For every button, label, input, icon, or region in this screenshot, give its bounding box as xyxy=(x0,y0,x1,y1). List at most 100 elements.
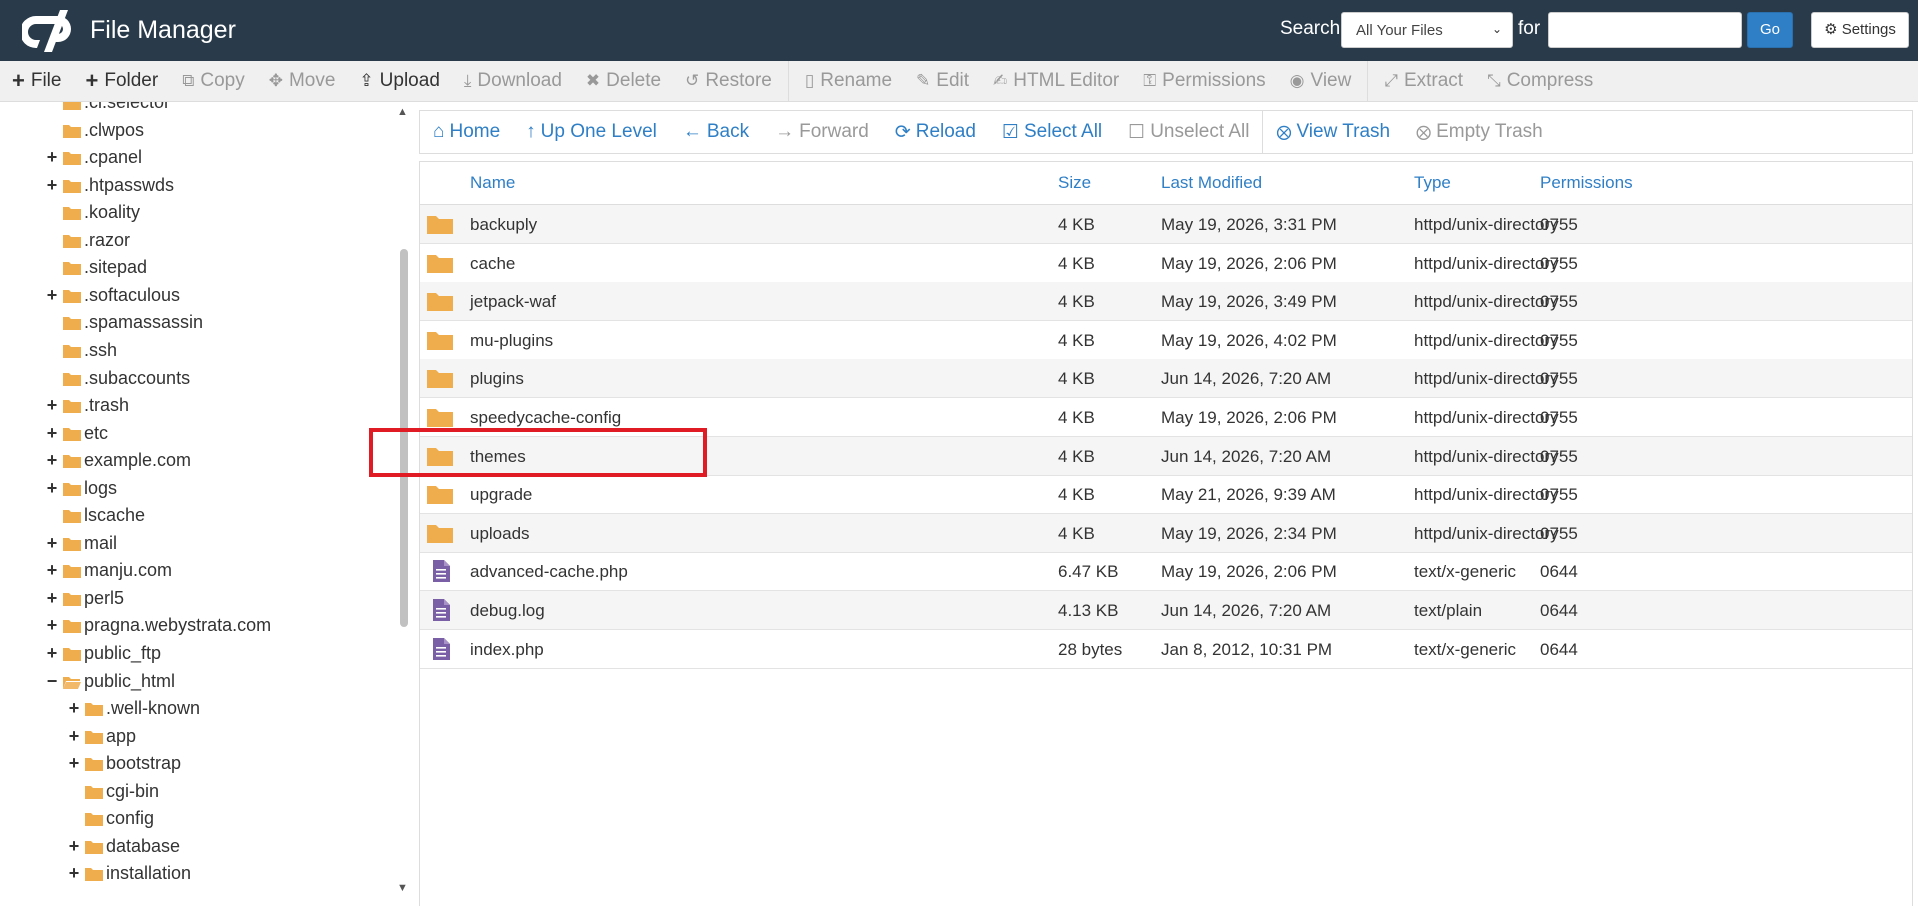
tree-item-razor[interactable]: .razor xyxy=(44,227,130,254)
tree-item-etc[interactable]: + etc xyxy=(44,420,108,447)
tree-item-mail[interactable]: + mail xyxy=(44,530,117,557)
tree-item-bootstrap[interactable]: + bootstrap xyxy=(66,750,181,777)
expand-icon[interactable]: + xyxy=(66,863,82,884)
tree-item-lscache[interactable]: lscache xyxy=(44,502,145,529)
table-row[interactable]: advanced-cache.php 6.47 KB May 19, 2026, 2… xyxy=(420,552,1912,592)
nav-home-button[interactable]: ⌂ Home xyxy=(420,111,513,153)
toolbar-move-button[interactable]: ✥ Move xyxy=(257,61,348,102)
tree-item-example-com[interactable]: + example.com xyxy=(44,447,191,474)
tree-item-label: .htpasswds xyxy=(84,174,175,195)
search-scope-select[interactable]: All Your Files ⌄ xyxy=(1341,12,1513,48)
home-icon: ⌂ xyxy=(433,121,445,142)
key-icon: ⚿ xyxy=(1143,71,1157,90)
toolbar-html-editor-button[interactable]: ✍ HTML Editor xyxy=(981,61,1131,102)
cell-permissions: 0755 xyxy=(1540,523,1578,543)
tree-item-spamassassin[interactable]: .spamassassin xyxy=(44,309,203,336)
expand-icon[interactable]: + xyxy=(44,423,60,444)
toolbar-copy-button[interactable]: ⧉ Copy xyxy=(170,61,257,102)
nav-unselect-all-button[interactable]: ☐ Unselect All xyxy=(1115,111,1262,153)
expand-icon[interactable]: + xyxy=(44,643,60,664)
tree-item-manju-com[interactable]: + manju.com xyxy=(44,557,172,584)
folder-icon xyxy=(62,536,82,551)
collapse-icon[interactable]: − xyxy=(44,671,60,692)
tree-item-database[interactable]: + database xyxy=(66,833,180,860)
toolbar-restore-button[interactable]: ↺ Restore xyxy=(673,61,784,102)
tree-item-cgi-bin[interactable]: cgi-bin xyxy=(66,778,159,805)
expand-icon[interactable]: + xyxy=(44,588,60,609)
scroll-up-arrow-icon[interactable]: ▲ xyxy=(397,106,408,118)
toolbar-extract-button[interactable]: ⤢ Extract xyxy=(1372,61,1475,102)
toolbar-edit-button[interactable]: ✎ Edit xyxy=(904,61,981,102)
tree-item-config[interactable]: config xyxy=(66,805,154,832)
expand-icon[interactable]: + xyxy=(66,753,82,774)
toolbar-upload-button[interactable]: ⇪ Upload xyxy=(347,61,451,102)
nav-reload-button[interactable]: ⟳ Reload xyxy=(882,111,989,153)
settings-button[interactable]: ⚙ Settings xyxy=(1811,12,1909,48)
expand-icon[interactable]: + xyxy=(44,285,60,306)
expand-icon[interactable]: + xyxy=(44,450,60,471)
expand-icon[interactable]: + xyxy=(44,533,60,554)
table-row[interactable]: upgrade 4 KB May 21, 2026, 9:39 AM httpd/un… xyxy=(420,475,1912,515)
expand-icon[interactable]: + xyxy=(66,698,82,719)
expand-icon[interactable]: + xyxy=(44,147,60,168)
toolbar-compress-button[interactable]: ⤡ Compress xyxy=(1475,61,1605,102)
nav-up-one-level-button[interactable]: ↑ Up One Level xyxy=(513,111,670,153)
tree-item-label: .spamassassin xyxy=(84,312,204,333)
tree-item-ssh[interactable]: .ssh xyxy=(44,337,117,364)
nav-back-button[interactable]: ← Back xyxy=(670,111,762,153)
column-header-permissions[interactable]: Permissions xyxy=(1540,173,1633,193)
cell-name: speedycache-config xyxy=(470,408,622,427)
tree-item-trash[interactable]: + .trash xyxy=(44,392,129,419)
tree-item-installation[interactable]: + installation xyxy=(66,860,191,887)
tree-item-pragna-webystrata-com[interactable]: + pragna.webystrata.com xyxy=(44,612,271,639)
nav-forward-button[interactable]: → Forward xyxy=(762,111,882,153)
app-title: File Manager xyxy=(90,15,236,44)
toolbar-view-button[interactable]: ◉ View xyxy=(1278,61,1364,102)
table-row[interactable]: plugins 4 KB Jun 14, 2026, 7:20 AM httpd/un… xyxy=(420,359,1912,399)
tree-item-app[interactable]: + app xyxy=(66,723,136,750)
table-row[interactable]: index.php 28 bytes Jan 8, 2012, 10:31 PM te… xyxy=(420,630,1912,669)
tree-item-logs[interactable]: + logs xyxy=(44,475,117,502)
column-header-type[interactable]: Type xyxy=(1414,173,1451,193)
tree-item-subaccounts[interactable]: .subaccounts xyxy=(44,365,190,392)
column-header-size[interactable]: Size xyxy=(1058,173,1091,193)
expand-icon[interactable]: + xyxy=(66,836,82,857)
toolbar-folder-button[interactable]: + Folder xyxy=(73,61,170,102)
tree-item-clwpos[interactable]: .clwpos xyxy=(44,117,144,144)
nav-select-all-button[interactable]: ☑ Select All xyxy=(989,111,1115,153)
table-row[interactable]: mu-plugins 4 KB May 19, 2026, 4:02 PM httpd… xyxy=(420,321,1912,360)
table-row[interactable]: backuply 4 KB May 19, 2026, 3:31 PM httpd/u… xyxy=(420,205,1912,244)
tree-item-well-known[interactable]: + .well-known xyxy=(66,695,200,722)
nav-empty-trash-button[interactable]: ⨂ Empty Trash xyxy=(1403,111,1556,153)
tree-item-cpanel[interactable]: + .cpanel xyxy=(44,144,142,171)
tree-item-koality[interactable]: .koality xyxy=(44,199,140,226)
table-row[interactable]: debug.log 4.13 KB Jun 14, 2026, 7:20 AM tex… xyxy=(420,591,1912,630)
table-row[interactable]: uploads 4 KB May 19, 2026, 2:34 PM httpd/un… xyxy=(420,513,1912,553)
table-row[interactable]: cache 4 KB May 19, 2026, 2:06 PM httpd/unix… xyxy=(420,244,1912,283)
go-button[interactable]: Go xyxy=(1747,12,1793,48)
search-input[interactable] xyxy=(1548,12,1742,48)
tree-item-htpasswds[interactable]: + .htpasswds xyxy=(44,172,174,199)
tree-item-public-html[interactable]: − public_html xyxy=(44,668,175,695)
toolbar-delete-button[interactable]: ✖ Delete xyxy=(574,61,673,102)
expand-icon[interactable]: + xyxy=(44,478,60,499)
toolbar-download-button[interactable]: ⤓ Download xyxy=(452,61,574,102)
tree-item-perl5[interactable]: + perl5 xyxy=(44,585,124,612)
expand-icon[interactable]: + xyxy=(44,395,60,416)
expand-icon[interactable]: + xyxy=(44,560,60,581)
tree-item-cl-selector[interactable]: .cl.selector xyxy=(44,102,170,116)
toolbar-permissions-button[interactable]: ⚿ Permissions xyxy=(1131,61,1277,102)
scroll-down-arrow-icon[interactable]: ▼ xyxy=(397,882,408,894)
toolbar-rename-button[interactable]: ▯ Rename xyxy=(793,61,904,102)
tree-item-public-ftp[interactable]: + public_ftp xyxy=(44,640,161,667)
tree-item-sitepad[interactable]: .sitepad xyxy=(44,254,147,281)
expand-icon[interactable]: + xyxy=(44,175,60,196)
table-row[interactable]: jetpack-waf 4 KB May 19, 2026, 3:49 PM http… xyxy=(420,282,1912,322)
tree-item-softaculous[interactable]: + .softaculous xyxy=(44,282,180,309)
nav-view-trash-button[interactable]: ⨂ View Trash xyxy=(1263,111,1403,153)
expand-icon[interactable]: + xyxy=(44,615,60,636)
toolbar-file-button[interactable]: + File xyxy=(0,61,73,102)
expand-icon[interactable]: + xyxy=(66,726,82,747)
column-header-last-modified[interactable]: Last Modified xyxy=(1161,173,1262,193)
column-header-name[interactable]: Name xyxy=(470,173,515,193)
